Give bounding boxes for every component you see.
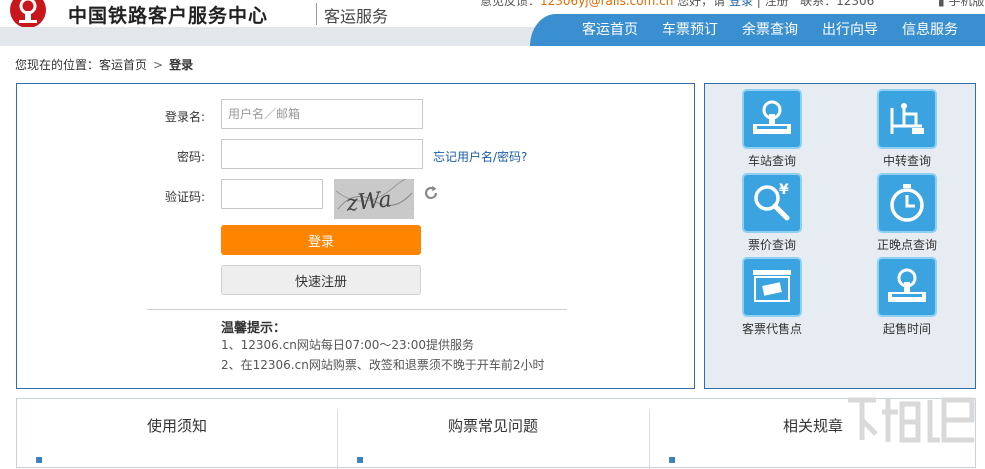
service-punctuality-query-label: 正晚点查询 [876, 238, 937, 252]
nav-item-booking[interactable]: 车票预订 [650, 14, 730, 46]
faq-title[interactable]: 购票常见问题 [338, 415, 648, 436]
tip-line-2: 2、在12306.cn网站购票、改签和退票须不晚于开车前2小时 [221, 358, 545, 372]
service-sale-time-label: 起售时间 [882, 322, 931, 336]
mobile-icon: ▮ [938, 0, 945, 8]
login-button[interactable]: 登录 [221, 225, 421, 255]
captcha-noise: zWa [335, 179, 414, 217]
faq-column: 购票常见问题 ▪ [338, 399, 648, 469]
site-subtitle: 客运服务 [324, 7, 389, 26]
username-label: 登录名: [164, 110, 205, 124]
service-panel: 车站查询 中转查询 ¥ 票价查询 正晚点查询 客票代售点 起售时间 [704, 83, 976, 389]
breadcrumb-current: 登录 [169, 58, 194, 72]
station-icon [742, 89, 802, 149]
tips-divider [147, 309, 567, 310]
top-login-link[interactable]: 登录 [729, 0, 753, 8]
regulations-column: 相关规章 ▪ [650, 399, 976, 469]
password-input[interactable] [221, 139, 423, 169]
usage-notes-title[interactable]: 使用须知 [17, 415, 337, 436]
service-ticket-agency[interactable]: 客票代售点 [722, 257, 822, 337]
nav-item-info-service[interactable]: 信息服务 [890, 14, 970, 46]
visitor-greeting: 您好，请 [677, 0, 726, 8]
service-station-query[interactable]: 车站查询 [722, 89, 822, 169]
breadcrumb-prefix: 您现在的位置： [15, 58, 100, 72]
mobile-version-label: 手机版 [948, 0, 985, 8]
regulations-bullet: ▪ [668, 452, 677, 466]
service-ticket-agency-label: 客票代售点 [741, 322, 802, 336]
mobile-version-link[interactable]: ▮ 手机版 [938, 0, 984, 9]
forgot-password-link[interactable]: 忘记用户名/密码? [433, 148, 527, 165]
service-price-query[interactable]: ¥ 票价查询 [722, 173, 822, 253]
captcha-image[interactable]: zWa [334, 179, 414, 219]
bottom-info-panel: 使用须知 ▪ 购票常见问题 ▪ 相关规章 ▪ [16, 398, 976, 469]
nav-item-remaining-tickets[interactable]: 余票查询 [730, 14, 810, 46]
refresh-captcha-icon[interactable] [423, 185, 439, 201]
quick-register-button[interactable]: 快速注册 [221, 265, 421, 295]
feedback-label: 意见反馈： [480, 0, 541, 8]
faq-bullet: ▪ [356, 452, 365, 466]
contact-phone: 联系：12306 [800, 0, 875, 8]
captcha-input[interactable] [221, 179, 323, 209]
sale-time-icon [877, 257, 937, 317]
nav-item-travel-guide[interactable]: 出行向导 [810, 14, 890, 46]
captcha-label: 验证码: [164, 190, 205, 204]
breadcrumb-home-link[interactable]: 客运首页 [99, 58, 147, 72]
breadcrumb-separator: > [153, 58, 164, 72]
service-sale-time[interactable]: 起售时间 [857, 257, 957, 337]
top-register-link[interactable]: 注册 [765, 0, 789, 8]
clock-icon [877, 173, 937, 233]
header: 中国铁路客户服务中心 客运服务 意见反馈：12306yj@rails.com.c… [0, 0, 985, 46]
transfer-icon [877, 89, 937, 149]
main-nav: 客运首页 车票预订 余票查询 出行向导 信息服务 [570, 14, 970, 46]
site-name: 中国铁路客户服务中心 [68, 5, 269, 27]
username-input[interactable] [221, 99, 423, 129]
nav-item-home[interactable]: 客运首页 [570, 14, 650, 46]
login-panel: 登录名: 密码: 忘记用户名/密码? 验证码: zWa 登录 快速注册 温馨提示… [16, 83, 695, 389]
usage-notes-column: 使用须知 ▪ [17, 399, 337, 469]
feedback-email-link[interactable]: 12306yj@rails.com.cn [540, 0, 673, 8]
service-transfer-query-label: 中转查询 [882, 154, 931, 168]
tip-line-1: 1、12306.cn网站每日07:00～23:00提供服务 [221, 338, 474, 352]
usage-notes-bullet: ▪ [35, 452, 44, 466]
breadcrumb: 您现在的位置：客运首页 > 登录 [15, 56, 193, 73]
nav-grey-strip [0, 27, 545, 46]
captcha-text: zWa [344, 187, 393, 217]
ticket-agency-icon [742, 257, 802, 317]
service-station-query-label: 车站查询 [747, 154, 796, 168]
password-label: 密码: [176, 150, 205, 164]
service-transfer-query[interactable]: 中转查询 [857, 89, 957, 169]
service-punctuality-query[interactable]: 正晚点查询 [857, 173, 957, 253]
service-price-query-label: 票价查询 [747, 238, 796, 252]
svg-text:¥: ¥ [779, 182, 789, 198]
site-divider [316, 3, 317, 25]
tips-title: 温馨提示： [221, 321, 287, 336]
topbar-links: 意见反馈：12306yj@rails.com.cn 您好，请 登录 | 注册 联… [480, 0, 874, 9]
railway-logo-icon [10, 0, 46, 28]
regulations-title[interactable]: 相关规章 [650, 415, 976, 436]
price-icon: ¥ [742, 173, 802, 233]
